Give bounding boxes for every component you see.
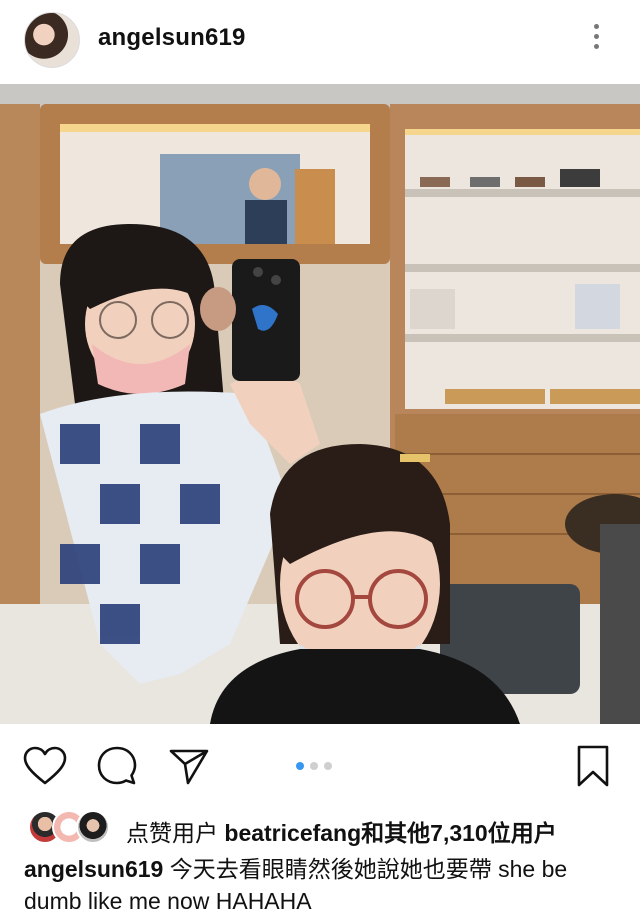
avatar[interactable] [24,12,80,68]
carousel-indicator [296,757,346,770]
carousel-dot [310,762,318,770]
carousel-dot [324,762,332,770]
carousel-dot-active [296,762,304,770]
likes-prefix: 点赞用户 [126,820,218,846]
caption-username[interactable]: angelsun619 [24,856,163,882]
post-caption: angelsun619 今天去看眼睛然後她說她也要帶 she be dumb l… [24,853,616,917]
liker-avatar [76,810,110,844]
liker-username[interactable]: beatricefang [224,820,361,846]
photo-illustration [0,84,640,724]
likes-summary[interactable]: 点赞用户 beatricefang和其他7,310位用户 [28,808,628,846]
post-photo[interactable] [0,84,640,724]
bookmark-icon[interactable] [570,743,616,789]
share-icon[interactable] [166,743,212,789]
more-options-icon[interactable] [588,24,604,56]
likes-text: 点赞用户 beatricefang和其他7,310位用户 [126,814,557,848]
post-header: angelsun619 [0,0,640,80]
heart-icon[interactable] [22,743,68,789]
post-username[interactable]: angelsun619 [98,24,246,52]
comment-icon[interactable] [94,743,140,789]
likes-count[interactable]: 和其他7,310位用户 [361,820,557,846]
action-bar [0,735,640,795]
